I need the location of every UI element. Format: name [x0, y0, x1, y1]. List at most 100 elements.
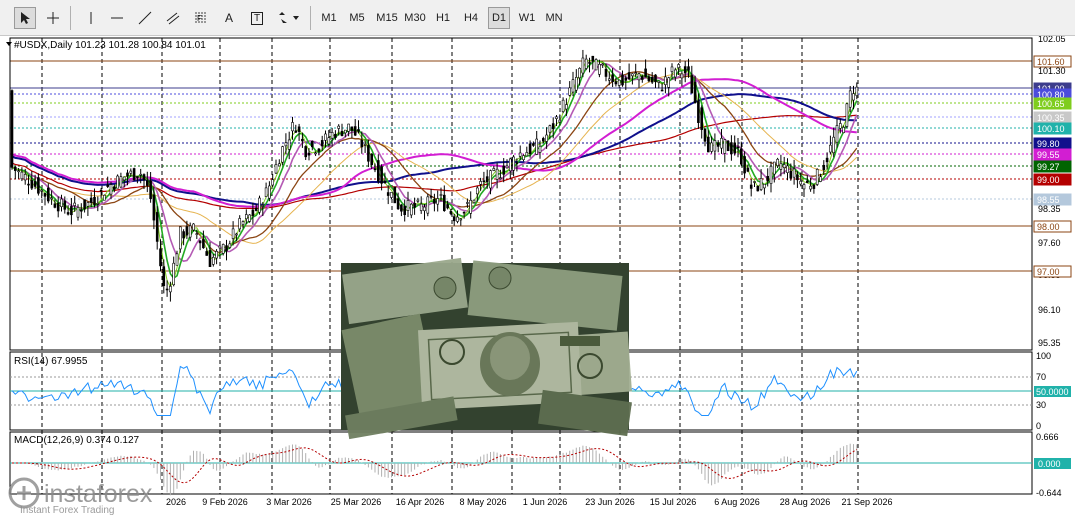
candle-body — [462, 211, 466, 214]
candle-body — [449, 211, 453, 214]
candle-body — [185, 226, 189, 236]
fibonacci-icon: F — [195, 12, 207, 23]
candle-body — [228, 243, 232, 248]
candle-body — [838, 123, 842, 129]
rsi-header: RSI(14) 67.9955 — [14, 356, 88, 367]
candle-body — [320, 140, 324, 147]
candle-body — [205, 251, 208, 256]
candle-body — [647, 76, 651, 82]
timeframe-label: M5 — [349, 12, 365, 24]
candle-body — [248, 214, 251, 222]
timeframe-m30-button[interactable]: M30 — [402, 7, 428, 29]
cursor-tool-button[interactable] — [14, 7, 36, 29]
candle-body — [492, 168, 496, 171]
candle-body — [340, 130, 344, 137]
svg-text:F: F — [197, 14, 202, 23]
candle-body — [165, 288, 169, 291]
candle-body — [819, 176, 822, 182]
candle-body — [132, 168, 136, 181]
candle-body — [848, 90, 852, 108]
candle-body — [621, 74, 624, 86]
candle-body — [802, 184, 806, 190]
candle-body — [281, 146, 284, 163]
candle-body — [436, 198, 440, 205]
date-label: 1 Jun 2026 — [523, 497, 568, 507]
candle-body — [268, 185, 271, 199]
candle-body — [56, 202, 60, 212]
candle-body — [845, 103, 849, 127]
candle-body — [617, 79, 621, 86]
candle-body — [182, 231, 185, 239]
candle-body — [327, 137, 331, 145]
chart-toolbar: F A T M1 M5 M15 M30 H1 H4 D1 W1 MN — [0, 0, 1075, 36]
date-label: 23 Jun 2026 — [585, 497, 635, 507]
candle-body — [175, 253, 179, 266]
candle-body — [146, 180, 149, 186]
cursor-icon — [21, 12, 30, 24]
macd-header: MACD(12,26,9) 0.374 0.127 — [14, 435, 140, 446]
candle-body — [706, 136, 710, 153]
candle-body — [522, 155, 525, 160]
candle-body — [419, 203, 423, 211]
candle-body — [129, 170, 133, 174]
text-label-icon: T — [250, 11, 264, 25]
date-label: 21 Sep 2026 — [841, 497, 892, 507]
candle-body — [179, 226, 182, 250]
candle-body — [363, 143, 367, 146]
horizontal-line-tool-button[interactable] — [106, 7, 128, 29]
timeframe-h1-button[interactable]: H1 — [432, 7, 454, 29]
candle-body — [350, 126, 354, 131]
timeframe-mn-button[interactable]: MN — [542, 7, 566, 29]
candle-body — [759, 178, 763, 190]
candle-body — [202, 239, 205, 249]
candle-body — [545, 134, 548, 142]
candle-body — [446, 204, 449, 209]
candle-body — [400, 204, 403, 212]
candle-body — [588, 62, 591, 64]
channel-tool-button[interactable] — [162, 7, 184, 29]
candle-body — [766, 175, 770, 182]
candle-body — [660, 89, 664, 92]
candle-body — [307, 152, 311, 156]
candle-body — [212, 257, 215, 265]
timeframe-m15-button[interactable]: M15 — [374, 7, 400, 29]
candle-body — [601, 63, 605, 66]
candle-body — [690, 75, 694, 94]
price-level-label: 97.00 — [1037, 267, 1060, 277]
text-tool-button[interactable]: A — [218, 7, 240, 29]
candle-body — [235, 233, 238, 236]
candle-body — [93, 196, 96, 206]
candle-body — [772, 161, 776, 175]
candle-body — [565, 104, 568, 110]
timeframe-w1-button[interactable]: W1 — [516, 7, 538, 29]
candle-body — [393, 186, 397, 204]
fibonacci-tool-button[interactable]: F — [190, 7, 212, 29]
candle-body — [687, 66, 690, 71]
candle-body — [644, 68, 647, 78]
crosshair-tool-button[interactable] — [42, 7, 64, 29]
candle-body — [27, 183, 30, 186]
price-level-label: 100.10 — [1037, 124, 1065, 134]
arrows-tool-button[interactable] — [274, 7, 304, 29]
candle-body — [739, 148, 743, 165]
candle-body — [518, 152, 522, 157]
text-label-tool-button[interactable]: T — [246, 7, 268, 29]
candle-body — [106, 184, 109, 187]
price-chart[interactable]: 9 Feb 2026 3 Mar 2026 25 Mar 2026 16 Apr 20… — [0, 36, 1075, 518]
candle-body — [416, 199, 420, 202]
timeframe-m5-button[interactable]: M5 — [346, 7, 368, 29]
candle-body — [284, 142, 288, 147]
candle-body — [591, 55, 595, 62]
vertical-line-tool-button[interactable] — [80, 7, 102, 29]
trend-line-tool-button[interactable] — [134, 7, 156, 29]
timeframe-m1-button[interactable]: M1 — [318, 7, 340, 29]
timeframe-h4-button[interactable]: H4 — [460, 7, 482, 29]
candle-body — [733, 142, 737, 154]
candle-body — [304, 146, 308, 158]
candle-body — [505, 165, 509, 169]
candle-body — [693, 81, 697, 104]
date-label: 16 Apr 2026 — [396, 497, 445, 507]
candle-body — [825, 157, 829, 163]
macd-axis-label: -0.644 — [1036, 488, 1062, 498]
timeframe-d1-button[interactable]: D1 — [488, 7, 510, 29]
